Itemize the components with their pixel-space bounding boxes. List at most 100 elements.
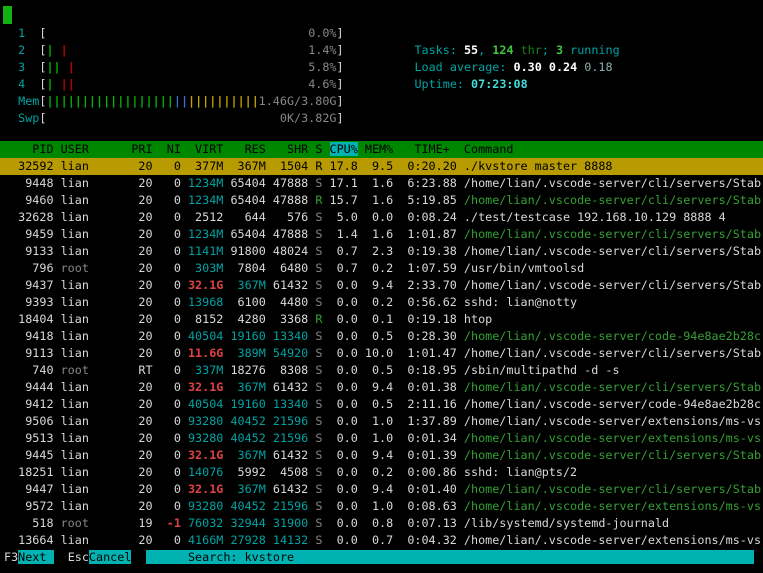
meter-value-text: 0.0%	[308, 25, 336, 42]
column-header-mem[interactable]: MEM%	[365, 142, 393, 156]
cell-ni: 0	[160, 363, 181, 377]
cell-time: 5:19.85	[400, 193, 457, 207]
cell-shr: 47888	[273, 227, 308, 241]
cell-ni: 0	[160, 227, 181, 241]
process-row-32592[interactable]: 32592 lian 20 0 377M 367M 1504 R 17.8 9.…	[0, 158, 763, 175]
cell-virt: 40504	[188, 329, 223, 343]
column-header-command[interactable]: Command	[464, 142, 514, 156]
cell-state: S	[315, 465, 322, 479]
cell-mem: 9.5	[365, 159, 393, 173]
cell-shr: 14132	[273, 533, 308, 547]
meter-label: Swp	[4, 111, 39, 125]
process-row-796[interactable]: 796 root 20 0 303M 7804 6480 S 0.7 0.2 1…	[0, 260, 763, 277]
meter-bar: |	[68, 60, 75, 74]
process-row-9418[interactable]: 9418 lian 20 0 40504 19160 13340 S 0.0 0…	[0, 328, 763, 345]
process-row-9133[interactable]: 9133 lian 20 0 1141M 91800 48024 S 0.7 2…	[0, 243, 763, 260]
cell-cpu: 0.0	[330, 431, 358, 445]
process-row-9412[interactable]: 9412 lian 20 0 40504 19160 13340 S 0.0 0…	[0, 396, 763, 413]
column-header-shr[interactable]: SHR	[273, 142, 308, 156]
process-row-9460[interactable]: 9460 lian 20 0 1234M 65404 47888 R 15.7 …	[0, 192, 763, 209]
cell-shr: 61432	[273, 380, 308, 394]
process-row-9437[interactable]: 9437 lian 20 0 32.1G 367M 61432 S 0.0 9.…	[0, 277, 763, 294]
cell-res: 367M	[230, 278, 265, 292]
cell-ni: 0	[160, 414, 181, 428]
cell-time: 0:00.86	[400, 465, 457, 479]
column-header-user[interactable]: USER	[61, 142, 125, 156]
process-row-9459[interactable]: 9459 lian 20 0 1234M 65404 47888 S 1.4 1…	[0, 226, 763, 243]
cell-user: lian	[61, 295, 125, 309]
meter-value-text: 1.46G/3.80G	[259, 93, 337, 110]
meter-label: Mem	[4, 94, 39, 108]
cell-shr: 21596	[273, 431, 308, 445]
cell-virt: 40504	[188, 397, 223, 411]
process-row-518[interactable]: 518 root 19 -1 76032 32944 31900 S 0.0 0…	[0, 515, 763, 532]
process-row-9113[interactable]: 9113 lian 20 0 11.6G 389M 54920 S 0.0 10…	[0, 345, 763, 362]
process-row-9448[interactable]: 9448 lian 20 0 1234M 65404 47888 S 17.1 …	[0, 175, 763, 192]
cell-cpu: 0.0	[330, 295, 358, 309]
process-row-13664[interactable]: 13664 lian 20 0 4166M 27928 14132 S 0.0 …	[0, 532, 763, 549]
column-header-pri[interactable]: PRI	[131, 142, 152, 156]
cell-pri: RT	[131, 363, 152, 377]
cell-virt: 1234M	[188, 176, 223, 190]
meter-value-text: 5.8%	[308, 59, 336, 76]
column-header-cpu[interactable]: CPU%	[330, 142, 358, 156]
cell-command: /home/lian/.vscode-server/cli/servers/St…	[464, 176, 761, 190]
load-fifteen: 0.18	[584, 60, 612, 74]
column-header-virt[interactable]: VIRT	[188, 142, 223, 156]
cell-pid: 9513	[4, 431, 54, 445]
cell-command: /home/lian/.vscode-server/code-94e8ae2b2…	[464, 329, 761, 343]
function-key-Esc: Esc	[68, 550, 89, 564]
uptime-line: Uptime: 07:23:08	[372, 59, 528, 76]
cell-res: 4280	[230, 312, 265, 326]
cell-mem: 0.5	[365, 397, 393, 411]
process-row-9447[interactable]: 9447 lian 20 0 32.1G 367M 61432 S 0.0 9.…	[0, 481, 763, 498]
cell-pid: 9445	[4, 448, 54, 462]
cell-user: lian	[61, 499, 125, 513]
cell-res: 5992	[230, 465, 265, 479]
cell-user: lian	[61, 414, 125, 428]
function-next[interactable]: F3Next	[4, 550, 54, 564]
cell-mem: 1.6	[365, 193, 393, 207]
function-bar-line: F3Next EscCancel Search: kvstore	[0, 549, 763, 566]
cell-state: S	[315, 363, 322, 377]
cell-ni: 0	[160, 210, 181, 224]
cell-mem: 1.0	[365, 431, 393, 445]
meter-bar: |	[68, 94, 75, 108]
cell-shr: 21596	[273, 414, 308, 428]
cell-state: R	[315, 312, 322, 326]
column-header-state[interactable]: S	[315, 142, 322, 156]
cell-res: 367M	[230, 448, 265, 462]
column-header-pid[interactable]: PID	[4, 142, 54, 156]
column-header-time[interactable]: TIME+	[400, 142, 457, 156]
cell-command: /usr/bin/vmtoolsd	[464, 261, 584, 275]
search-bar[interactable]: Search: kvstore	[146, 550, 754, 564]
cell-cpu: 0.0	[330, 312, 358, 326]
cell-cpu: 0.0	[330, 516, 358, 530]
column-header-res[interactable]: RES	[230, 142, 265, 156]
process-row-9445[interactable]: 9445 lian 20 0 32.1G 367M 61432 S 0.0 9.…	[0, 447, 763, 464]
cell-virt: 1234M	[188, 193, 223, 207]
cell-virt: 13968	[188, 295, 223, 309]
process-row-9444[interactable]: 9444 lian 20 0 32.1G 367M 61432 S 0.0 9.…	[0, 379, 763, 396]
cell-user: lian	[61, 482, 125, 496]
cell-pid: 9459	[4, 227, 54, 241]
process-row-9393[interactable]: 9393 lian 20 0 13968 6100 4480 S 0.0 0.2…	[0, 294, 763, 311]
process-row-18251[interactable]: 18251 lian 20 0 14076 5992 4508 S 0.0 0.…	[0, 464, 763, 481]
cell-ni: 0	[160, 295, 181, 309]
process-row-9572[interactable]: 9572 lian 20 0 93280 40452 21596 S 0.0 1…	[0, 498, 763, 515]
cell-cpu: 17.1	[330, 176, 358, 190]
cell-res: 367M	[230, 482, 265, 496]
cell-ni: -1	[160, 516, 181, 530]
cell-pri: 20	[131, 278, 152, 292]
cell-mem: 0.5	[365, 363, 393, 377]
cell-mem: 0.2	[365, 465, 393, 479]
cell-user: lian	[61, 227, 125, 241]
cell-pri: 20	[131, 431, 152, 445]
process-row-740[interactable]: 740 root RT 0 337M 18276 8308 S 0.0 0.5 …	[0, 362, 763, 379]
process-row-32628[interactable]: 32628 lian 20 0 2512 644 576 S 5.0 0.0 0…	[0, 209, 763, 226]
process-row-9513[interactable]: 9513 lian 20 0 93280 40452 21596 S 0.0 1…	[0, 430, 763, 447]
column-header-ni[interactable]: NI	[160, 142, 181, 156]
function-cancel[interactable]: EscCancel	[68, 550, 132, 564]
process-row-9506[interactable]: 9506 lian 20 0 93280 40452 21596 S 0.0 1…	[0, 413, 763, 430]
process-row-18404[interactable]: 18404 lian 20 0 8152 4280 3368 R 0.0 0.1…	[0, 311, 763, 328]
